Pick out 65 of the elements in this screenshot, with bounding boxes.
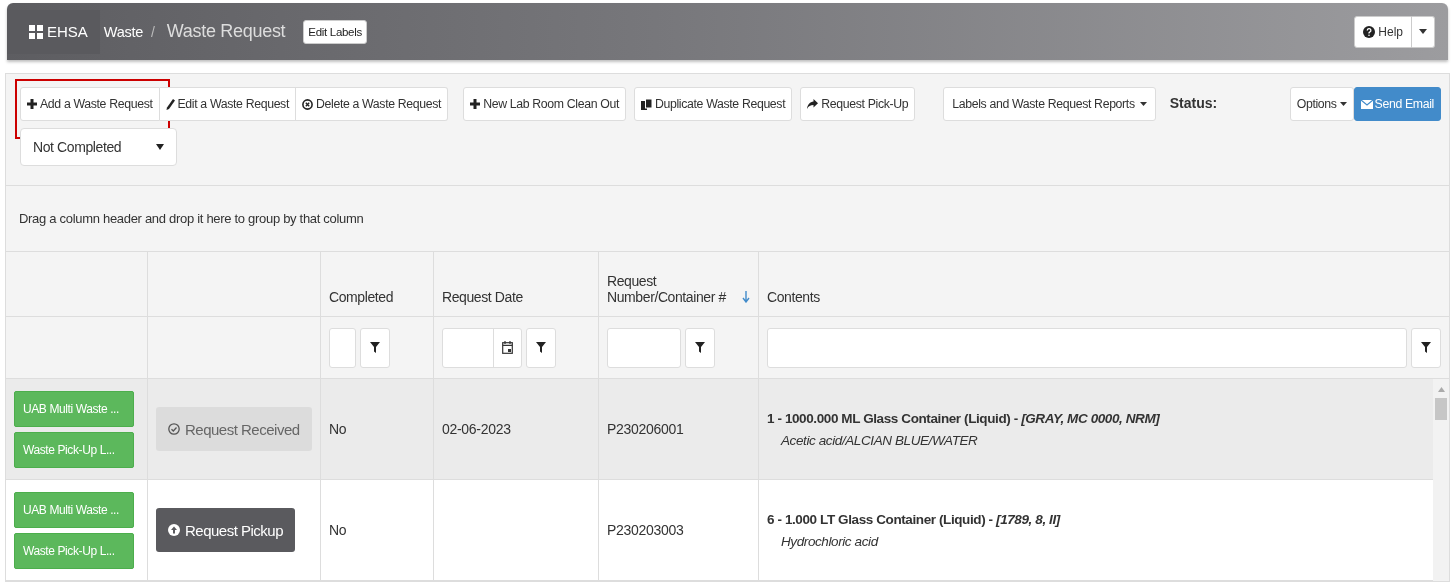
circle-x-icon [302,98,313,110]
container-description: 1 - 1000.000 ML Glass Container (Liquid) - [GRAY, MC 0000, NRM] [767,410,1161,426]
filter-button[interactable] [1411,327,1441,368]
status-select[interactable]: Not Completed [20,128,177,166]
app-name[interactable]: EHSA [47,23,88,40]
check-circle-icon [168,423,180,435]
table-cell: 02-06-2023 [442,421,511,437]
filter-icon [1421,342,1431,353]
calendar-icon [502,341,513,354]
request-received-button: Request Received [156,407,312,451]
group-hint: Drag a column header and drop it here to group by that column [19,211,364,226]
breadcrumb-separator: / [150,23,155,40]
plus-icon [27,99,37,109]
filter-field[interactable] [329,327,356,368]
chemical-names: Hydrochloric acid [780,533,880,549]
envelope-icon [1360,99,1373,109]
caret-icon [156,144,164,150]
caret-icon [1139,102,1147,106]
request-pickup-button[interactable]: Request Pickup [156,508,296,552]
table-cell: P230206001 [607,421,684,437]
filter-button[interactable] [360,327,390,368]
filter-icon [370,342,380,353]
edit-labels-button[interactable]: Edit Labels [303,19,367,44]
options-dropdown-button[interactable]: Options [1289,87,1354,121]
filter-icon [536,342,546,353]
column-header[interactable]: Request Number/Container # [599,252,759,316]
filter-field[interactable] [767,327,1407,368]
caret-icon [1339,102,1347,106]
table-row[interactable]: UAB Multi Waste ... Waste Pick-Up L... Request Pickup No P230203003 6 - 1.000 LT Glass Container (Liquid) - [1789, 8, II] Hydrochloric acid [6,480,1433,581]
date-filter-field[interactable] [442,327,522,368]
toolbar-button[interactable]: Request Pick-Up [800,87,916,121]
copy-icon [641,98,652,110]
filter-field[interactable] [607,327,681,368]
scroll-up-icon [1437,387,1445,392]
pencil-icon [165,98,175,110]
plus-icon [470,99,481,109]
status-label: Status: [1169,95,1218,111]
help-icon [1363,25,1376,38]
toolbar-button[interactable]: Add a Waste Request [20,87,160,121]
column-header[interactable]: Completed [321,252,434,316]
scrollbar-thumb[interactable] [1435,398,1447,420]
filter-button[interactable] [685,327,715,368]
grid-icon [29,24,43,39]
filter-button[interactable] [526,327,556,368]
breadcrumb-link[interactable]: Waste [103,23,143,40]
share-arrow-icon [807,99,819,109]
column-header[interactable]: Request Date [434,252,599,316]
toolbar-button[interactable]: Edit a Waste Request [159,87,296,121]
send-email-button[interactable]: Send Email [1353,87,1441,121]
table-cell: P230203003 [607,522,684,538]
caret-icon [1419,29,1427,34]
reports-dropdown-button[interactable]: Labels and Waste Request Reports [943,87,1156,121]
container-description: 6 - 1.000 LT Glass Container (Liquid) - [1789, 8, II] [767,511,1062,527]
toolbar-button[interactable]: Duplicate Waste Request [634,87,793,121]
help-dropdown-button[interactable] [1412,15,1435,48]
table-cell: No [329,522,347,538]
column-header[interactable]: Contents [759,252,1449,316]
help-button[interactable]: Help [1354,15,1412,48]
toolbar-button[interactable]: New Lab Room Clean Out [463,87,626,121]
page-title: Waste Request [166,21,286,42]
toolbar-button[interactable]: Delete a Waste Request [296,87,449,121]
upload-circle-icon [168,524,180,536]
table-cell: No [329,421,347,437]
chemical-names: Acetic acid/ALCIAN BLUE/WATER [779,432,979,448]
filter-icon [695,342,705,353]
